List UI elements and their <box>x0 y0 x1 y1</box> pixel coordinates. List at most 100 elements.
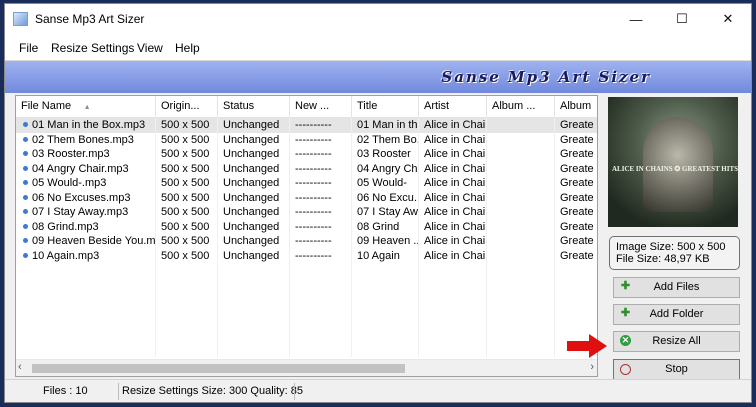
table-cell: Unchanged <box>218 249 290 264</box>
audio-file-icon <box>23 122 28 127</box>
column-header[interactable]: New ... <box>290 96 352 117</box>
column-header-label: File Name <box>21 100 72 112</box>
table-cell-text: Greate <box>560 177 594 189</box>
column-header[interactable]: Artist <box>419 96 487 117</box>
table-cell-text: 07 I Stay Aw... <box>357 206 419 218</box>
table-row[interactable]: 02 Them Bones.mp3 500 x 500 Unchanged -----… <box>16 133 597 148</box>
table-cell: 500 x 500 <box>156 147 218 162</box>
table-cell-text: Unchanged <box>223 220 280 233</box>
horizontal-scrollbar[interactable]: ‹ › <box>16 359 597 376</box>
minimize-button[interactable]: — <box>613 4 659 34</box>
table-cell-text: 06 No Excu... <box>357 191 419 204</box>
table-cell: ---------- <box>290 118 352 133</box>
table-cell-text: 07 I Stay Away.mp3 <box>32 206 129 218</box>
table-cell: Unchanged <box>218 234 290 249</box>
table-row[interactable]: 03 Rooster.mp3 500 x 500 Unchanged --------… <box>16 147 597 162</box>
table-row[interactable]: 10 Again.mp3 500 x 500 Unchanged ----------… <box>16 249 597 264</box>
table-cell: ---------- <box>290 234 352 249</box>
table-cell: ---------- <box>290 205 352 220</box>
table-cell: ---------- <box>290 249 352 264</box>
column-divider <box>486 117 487 357</box>
table-cell: Unchanged <box>218 133 290 148</box>
table-cell-text: 05 Would- <box>357 177 407 189</box>
table-row[interactable]: 08 Grind.mp3 500 x 500 Unchanged ----------… <box>16 220 597 235</box>
file-list[interactable]: File Name ▴ Origin... Status New ... Title Art… <box>15 95 598 377</box>
add-folder-button[interactable]: ✚ Add Folder <box>613 304 740 325</box>
table-cell-text: ---------- <box>295 148 332 160</box>
table-cell-text: 04 Angry Ch... <box>357 162 419 175</box>
table-cell: 06 No Excu... <box>352 191 419 206</box>
table-cell <box>487 205 555 220</box>
scroll-left-icon[interactable]: ‹ <box>18 361 22 373</box>
table-cell: 10 Again <box>352 249 419 264</box>
stop-label: Stop <box>665 363 688 375</box>
audio-file-icon <box>23 209 28 214</box>
audio-file-icon <box>23 136 28 142</box>
column-header[interactable]: Title <box>352 96 419 117</box>
column-header-label: Album ... <box>492 100 536 112</box>
menu-resize-settings[interactable]: Resize Settings <box>51 41 134 55</box>
table-cell-text: ---------- <box>295 177 332 189</box>
table-row[interactable]: 05 Would-.mp3 500 x 500 Unchanged ---------… <box>16 176 597 191</box>
table-cell: ---------- <box>290 133 352 148</box>
column-header-label: Album <box>560 100 592 112</box>
resize-all-button[interactable]: ✕ Resize All <box>613 331 740 352</box>
table-row[interactable]: 09 Heaven Beside You.mp3 500 x 500 Unchang… <box>16 234 597 249</box>
table-cell-text: Unchanged <box>223 249 280 262</box>
table-row[interactable]: 07 I Stay Away.mp3 500 x 500 Unchanged ----… <box>16 205 597 220</box>
column-header[interactable]: Album ... <box>487 96 555 117</box>
stop-button[interactable]: Stop <box>613 359 740 380</box>
table-cell-text: 500 x 500 <box>161 119 210 131</box>
menu-help[interactable]: Help <box>175 41 200 55</box>
album-art: ALICE IN CHAINS ✪ GREATEST HITS <box>608 97 738 227</box>
menu-view[interactable]: View <box>137 41 163 55</box>
table-row[interactable]: 01 Man in the Box.mp3 500 x 500 Unchanged -… <box>16 118 597 133</box>
table-cell-text: Greate <box>560 191 594 204</box>
table-row[interactable]: 04 Angry Chair.mp3 500 x 500 Unchanged ----… <box>16 162 597 177</box>
column-header[interactable]: File Name ▴ <box>16 96 156 117</box>
close-button[interactable]: ✕ <box>705 4 751 34</box>
column-divider <box>418 117 419 357</box>
table-cell-text: 500 x 500 <box>161 177 210 189</box>
table-cell: 09 Heaven ... <box>352 234 419 249</box>
resize-all-label: Resize All <box>652 335 701 347</box>
column-header[interactable]: Origin... <box>156 96 218 117</box>
app-window: Sanse Mp3 Art Sizer — ☐ ✕ File Resize Se… <box>4 3 752 403</box>
scrollbar-thumb[interactable] <box>32 364 405 373</box>
table-cell: Unchanged <box>218 191 290 206</box>
table-cell-text: Unchanged <box>223 133 280 146</box>
table-cell: 500 x 500 <box>156 249 218 264</box>
app-icon <box>13 12 28 26</box>
table-cell: Greate <box>555 191 597 206</box>
scroll-right-icon[interactable]: › <box>590 361 594 373</box>
table-cell-text: Unchanged <box>223 191 280 204</box>
status-divider <box>294 383 295 400</box>
file-size-text: File Size: 48,97 KB <box>616 253 710 265</box>
table-cell-text: 500 x 500 <box>161 220 210 233</box>
status-bar: Files : 10 Resize Settings Size: 300 Qua… <box>5 379 751 402</box>
table-cell: 500 x 500 <box>156 176 218 191</box>
table-cell <box>487 133 555 148</box>
table-cell: 10 Again.mp3 <box>16 249 156 264</box>
table-cell-text: Alice in Chai... <box>424 249 487 262</box>
maximize-button[interactable]: ☐ <box>659 4 705 34</box>
add-files-button[interactable]: ✚ Add Files <box>613 277 740 298</box>
column-header[interactable]: Status <box>218 96 290 117</box>
column-header-label: Origin... <box>161 100 200 112</box>
table-cell: Alice in Chai... <box>419 234 487 249</box>
column-header[interactable]: Album <box>555 96 597 117</box>
status-file-count: Files : 10 <box>43 385 88 397</box>
table-cell-text: 02 Them Bo... <box>357 133 419 146</box>
table-cell: Alice in Chai... <box>419 176 487 191</box>
table-cell-text: Alice in Chai... <box>424 191 487 204</box>
table-cell-text: 09 Heaven ... <box>357 235 419 247</box>
add-files-label: Add Files <box>653 281 700 293</box>
red-arrow-icon <box>567 334 607 358</box>
table-row[interactable]: 06 No Excuses.mp3 500 x 500 Unchanged -----… <box>16 191 597 206</box>
column-divider <box>554 117 555 357</box>
table-cell-text: 05 Would-.mp3 <box>32 177 107 189</box>
menu-file[interactable]: File <box>19 41 38 55</box>
table-cell-text: Greate <box>560 206 594 218</box>
table-cell: 09 Heaven Beside You.mp3 <box>16 234 156 249</box>
window-title: Sanse Mp3 Art Sizer <box>35 12 145 26</box>
